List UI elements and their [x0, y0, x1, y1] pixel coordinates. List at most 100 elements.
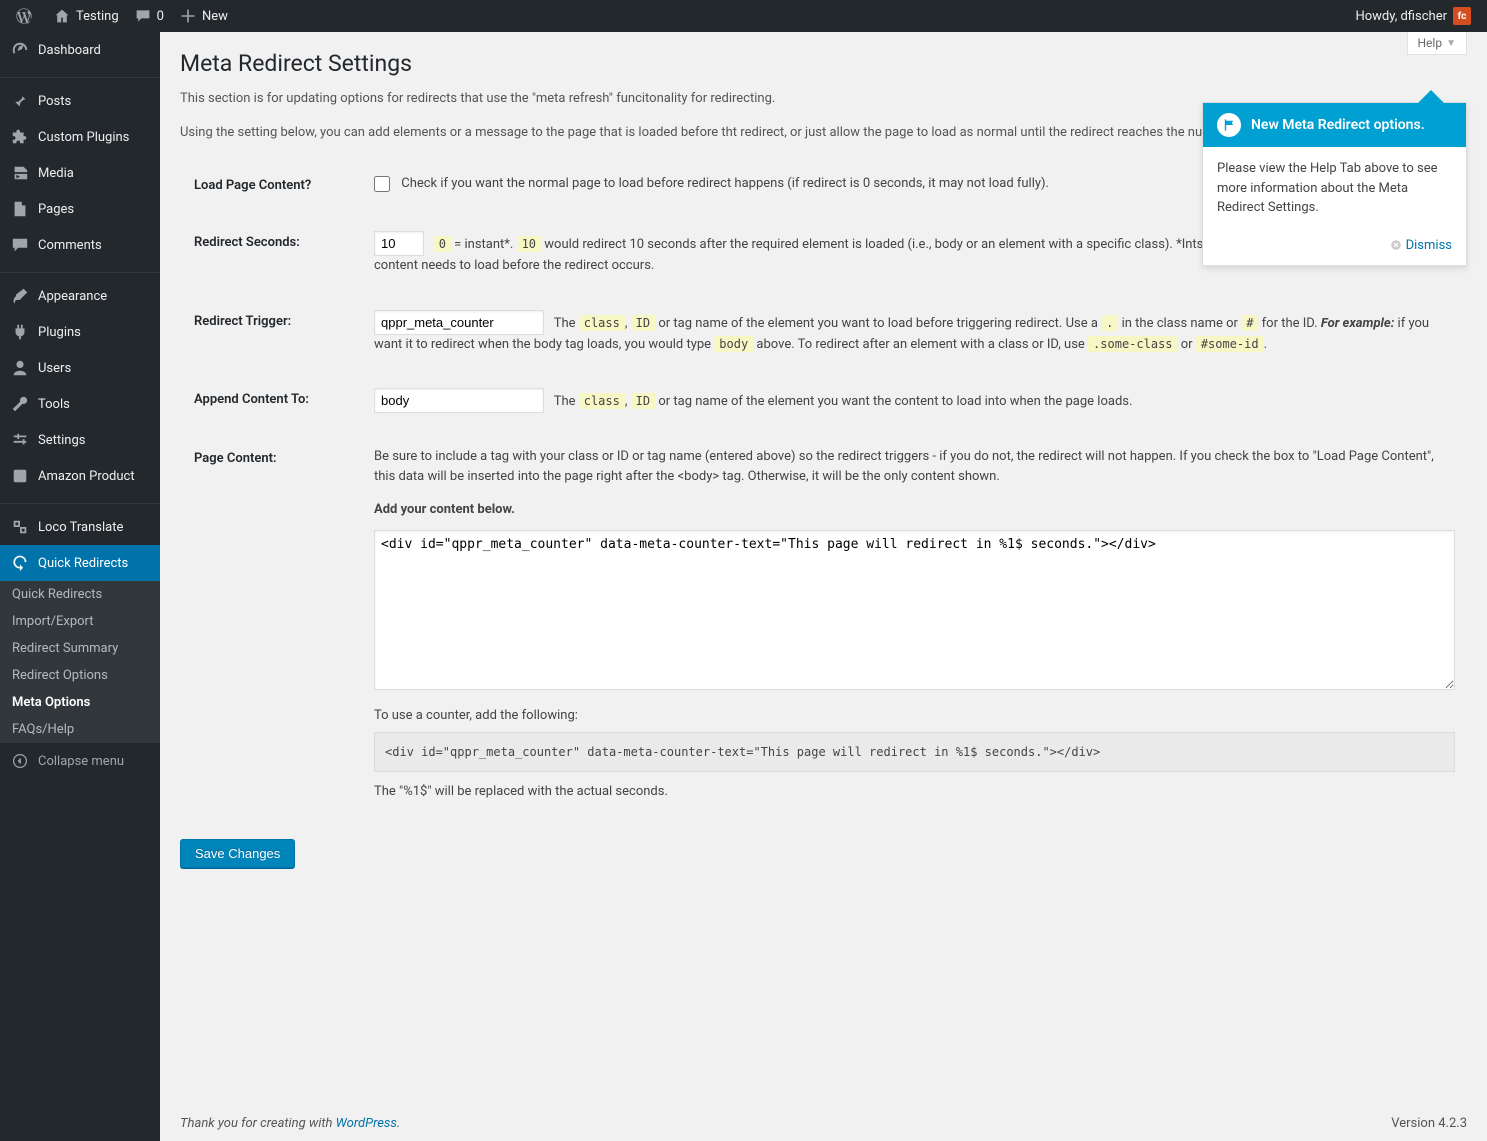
- save-button[interactable]: Save Changes: [180, 839, 295, 868]
- footer-version: Version 4.2.3: [1391, 1116, 1467, 1131]
- menu-settings[interactable]: Settings: [0, 422, 160, 458]
- menu-loco[interactable]: Loco Translate: [0, 509, 160, 545]
- menu-pages[interactable]: Pages: [0, 191, 160, 227]
- label-seconds: Redirect Seconds:: [182, 215, 362, 292]
- menu-label: Appearance: [38, 289, 107, 304]
- pointer-arrow: [1418, 90, 1444, 103]
- seconds-instant: = instant*.: [451, 237, 517, 252]
- wp-logo[interactable]: [8, 0, 46, 32]
- comments-link[interactable]: 0: [127, 0, 172, 32]
- menu-quick-redirects[interactable]: Quick Redirects: [0, 545, 160, 581]
- menu-users[interactable]: Users: [0, 350, 160, 386]
- translate-icon: [10, 517, 30, 537]
- wrench-icon: [10, 394, 30, 414]
- brush-icon: [10, 286, 30, 306]
- seconds-input[interactable]: [374, 231, 424, 256]
- comment-icon: [135, 8, 151, 24]
- content-desc: Be sure to include a tag with your class…: [374, 447, 1455, 486]
- plus-icon: [180, 8, 196, 24]
- menu-label: Amazon Product: [38, 469, 135, 484]
- site-name-text: Testing: [76, 9, 119, 24]
- submenu-qr[interactable]: Quick Redirects: [0, 581, 160, 608]
- menu-label: Plugins: [38, 325, 81, 340]
- menu-dashboard[interactable]: Dashboard: [0, 32, 160, 68]
- admin-bar: Testing 0 New Howdy, dfischer fc: [0, 0, 1487, 32]
- submenu-faqs[interactable]: FAQs/Help: [0, 716, 160, 743]
- menu-label: Comments: [38, 238, 102, 253]
- menu-tools[interactable]: Tools: [0, 386, 160, 422]
- menu-separator: [0, 268, 160, 273]
- content-counter-hint: To use a counter, add the following:: [374, 706, 1455, 726]
- sliders-icon: [10, 430, 30, 450]
- menu-media[interactable]: Media: [0, 155, 160, 191]
- load-page-checkbox[interactable]: [374, 176, 390, 192]
- menu-label: Pages: [38, 202, 74, 217]
- home-icon: [54, 8, 70, 24]
- menu-amazon[interactable]: Amazon Product: [0, 458, 160, 494]
- comments-count: 0: [157, 9, 164, 24]
- dismiss-icon: [1390, 239, 1402, 251]
- content-replace-note: The "%1$" will be replaced with the actu…: [374, 782, 1455, 802]
- user-icon: [10, 358, 30, 378]
- chevron-down-icon: ▼: [1446, 38, 1456, 49]
- redirect-icon: [10, 553, 30, 573]
- menu-label: Custom Plugins: [38, 130, 129, 145]
- submenu-meta[interactable]: Meta Options: [0, 689, 160, 716]
- howdy-text: Howdy, dfischer: [1355, 9, 1447, 24]
- user-badge: fc: [1453, 7, 1471, 25]
- label-append: Append Content To:: [182, 372, 362, 429]
- collapse-icon: [10, 751, 30, 771]
- admin-menu: Dashboard Posts Custom Plugins Media Pag…: [0, 32, 160, 1141]
- menu-label: Loco Translate: [38, 520, 123, 535]
- footer-thanks: Thank you for creating with: [180, 1116, 336, 1131]
- howdy-link[interactable]: Howdy, dfischer fc: [1347, 0, 1479, 32]
- menu-label: Dashboard: [38, 43, 101, 58]
- submenu-options[interactable]: Redirect Options: [0, 662, 160, 689]
- help-button[interactable]: Help ▼: [1407, 32, 1468, 55]
- label-trigger: Redirect Trigger:: [182, 294, 362, 371]
- pointer-notice: New Meta Redirect options. Please view t…: [1202, 102, 1467, 266]
- label-content: Page Content:: [182, 431, 362, 817]
- plug-icon: [10, 322, 30, 342]
- menu-comments[interactable]: Comments: [0, 227, 160, 263]
- collapse-menu[interactable]: Collapse menu: [0, 743, 160, 779]
- flag-icon: [1217, 113, 1241, 137]
- code-ten: 10: [517, 236, 541, 252]
- content-addbelow: Add your content below.: [374, 500, 1455, 520]
- load-page-desc: Check if you want the normal page to loa…: [401, 176, 1049, 191]
- generic-icon: [10, 466, 30, 486]
- dismiss-label: Dismiss: [1406, 238, 1452, 253]
- menu-custom-plugins[interactable]: Custom Plugins: [0, 119, 160, 155]
- site-name-link[interactable]: Testing: [46, 0, 127, 32]
- menu-appearance[interactable]: Appearance: [0, 278, 160, 314]
- menu-label: Posts: [38, 94, 71, 109]
- submenu-import[interactable]: Import/Export: [0, 608, 160, 635]
- menu-label: Users: [38, 361, 71, 376]
- new-link[interactable]: New: [172, 0, 236, 32]
- new-text: New: [202, 9, 228, 24]
- comments-icon: [10, 235, 30, 255]
- page-icon: [10, 199, 30, 219]
- wordpress-icon: [16, 8, 32, 24]
- pointer-body: Please view the Help Tab above to see mo…: [1203, 147, 1466, 230]
- help-box: Help ▼: [1407, 32, 1468, 55]
- footer-wp-link[interactable]: WordPress: [336, 1116, 397, 1131]
- submenu-summary[interactable]: Redirect Summary: [0, 635, 160, 662]
- pin-icon: [10, 91, 30, 111]
- label-load-page: Load Page Content?: [182, 158, 362, 213]
- trigger-input[interactable]: [374, 310, 544, 335]
- append-input[interactable]: [374, 388, 544, 413]
- code-zero: 0: [434, 236, 451, 252]
- collapse-label: Collapse menu: [38, 754, 124, 769]
- content-codeblock: <div id="qppr_meta_counter" data-meta-co…: [374, 732, 1455, 772]
- pointer-title: New Meta Redirect options.: [1251, 117, 1425, 133]
- puzzle-icon: [10, 127, 30, 147]
- pointer-dismiss[interactable]: Dismiss: [1390, 238, 1452, 253]
- menu-posts[interactable]: Posts: [0, 83, 160, 119]
- menu-label: Media: [38, 166, 74, 181]
- page-title: Meta Redirect Settings: [180, 50, 1467, 77]
- menu-plugins[interactable]: Plugins: [0, 314, 160, 350]
- dashboard-icon: [10, 40, 30, 60]
- footer: Thank you for creating with WordPress. V…: [160, 1106, 1487, 1141]
- content-textarea[interactable]: <div id="qppr_meta_counter" data-meta-co…: [374, 530, 1455, 690]
